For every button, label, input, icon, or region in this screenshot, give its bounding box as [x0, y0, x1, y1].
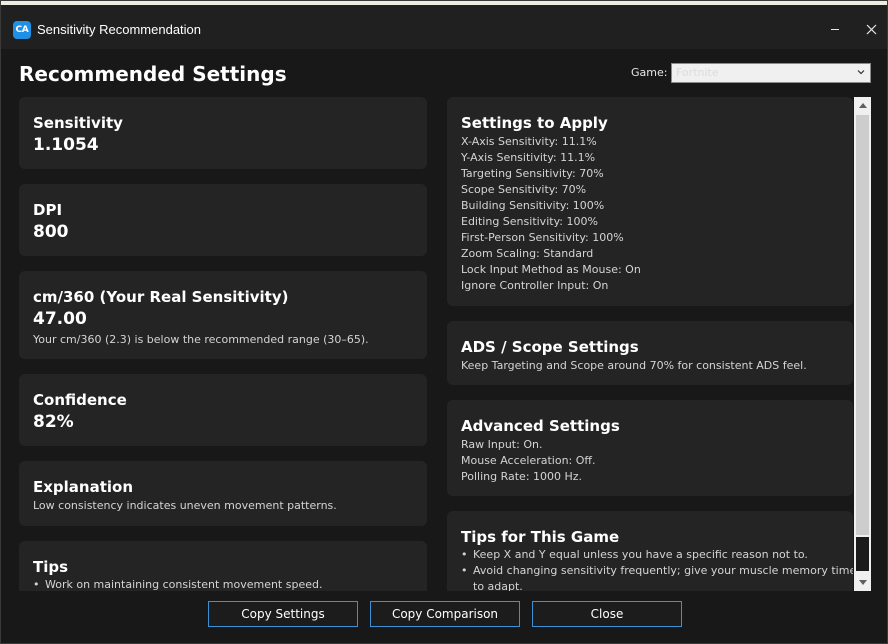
list-item: Mouse Acceleration: Off.: [461, 454, 596, 467]
list-item: Building Sensitivity: 100%: [461, 199, 605, 212]
cm360-note: Your cm/360 (2.3) is below the recommend…: [33, 333, 369, 346]
card-title: Tips: [33, 558, 69, 576]
list-item: X-Axis Sensitivity: 11.1%: [461, 135, 597, 148]
caret-up-icon: [858, 103, 867, 108]
list-item: • Work on maintaining consistent movement…: [33, 578, 323, 591]
list-item: Editing Sensitivity: 100%: [461, 215, 598, 228]
confidence-card: Confidence 82%: [19, 374, 427, 446]
chevron-down-icon: [857, 70, 865, 75]
copy-comparison-button[interactable]: Copy Comparison: [370, 601, 520, 627]
card-title: Advanced Settings: [461, 417, 620, 435]
tips-card: Tips • Work on maintaining consistent mov…: [19, 541, 427, 591]
scrollbar-track-segment: [856, 537, 869, 571]
list-item: Scope Sensitivity: 70%: [461, 183, 587, 196]
explanation-text: Low consistency indicates uneven movemen…: [33, 499, 337, 512]
sensitivity-value: 1.1054: [33, 135, 99, 155]
scroll-up-button[interactable]: [854, 97, 871, 113]
list-item: Raw Input: On.: [461, 438, 543, 451]
close-icon: [866, 24, 876, 34]
dpi-card: DPI 800: [19, 184, 427, 256]
card-title: Explanation: [33, 478, 134, 496]
game-select[interactable]: Fortnite: [671, 63, 871, 83]
list-item: Targeting Sensitivity: 70%: [461, 167, 604, 180]
explanation-card: Explanation Low consistency indicates un…: [19, 461, 427, 526]
scroll-down-button[interactable]: [854, 575, 871, 591]
window-title: Sensitivity Recommendation: [37, 22, 202, 37]
list-item: Ignore Controller Input: On: [461, 279, 609, 292]
confidence-value: 82%: [33, 412, 74, 432]
close-window-button[interactable]: [855, 14, 887, 44]
dpi-value: 800: [33, 222, 69, 242]
close-button[interactable]: Close: [532, 601, 682, 627]
minimize-icon: [831, 29, 839, 30]
scrollbar-thumb[interactable]: [856, 115, 869, 535]
list-item: Lock Input Method as Mouse: On: [461, 263, 641, 276]
list-item: First-Person Sensitivity: 100%: [461, 231, 624, 244]
copy-settings-button[interactable]: Copy Settings: [208, 601, 358, 627]
cm360-value: 47.00: [33, 309, 87, 329]
game-tips-card: Tips for This Game • Keep X and Y equal u…: [447, 511, 853, 591]
settings-panel[interactable]: Settings to Apply X-Axis Sensitivity: 11…: [447, 97, 855, 591]
list-item: Polling Rate: 1000 Hz.: [461, 470, 583, 483]
title-bar[interactable]: CA Sensitivity Recommendation: [1, 5, 887, 49]
minimize-button[interactable]: [819, 14, 851, 44]
list-item: to adapt.: [473, 580, 523, 591]
page-title: Recommended Settings: [19, 62, 287, 86]
card-title: ADS / Scope Settings: [461, 338, 639, 356]
card-title: cm/360 (Your Real Sensitivity): [33, 288, 289, 306]
sensitivity-card: Sensitivity 1.1054: [19, 97, 427, 169]
ads-scope-card: ADS / Scope Settings Keep Targeting and …: [447, 321, 853, 385]
list-item: • Avoid changing sensitivity frequently; …: [461, 564, 853, 577]
app-logo-icon: CA: [13, 21, 31, 39]
game-label: Game:: [631, 66, 668, 79]
advanced-settings-card: Advanced Settings Raw Input: On. Mouse A…: [447, 400, 853, 496]
list-item: Zoom Scaling: Standard: [461, 247, 594, 260]
cm360-card: cm/360 (Your Real Sensitivity) 47.00 You…: [19, 271, 427, 359]
vertical-scrollbar[interactable]: [854, 97, 871, 591]
app-window: CA Sensitivity Recommendation Recommende…: [0, 0, 888, 644]
card-title: Tips for This Game: [461, 528, 620, 546]
list-item: Y-Axis Sensitivity: 11.1%: [461, 151, 596, 164]
caret-down-icon: [858, 580, 867, 585]
card-title: DPI: [33, 201, 63, 219]
card-title: Confidence: [33, 391, 127, 409]
settings-to-apply-card: Settings to Apply X-Axis Sensitivity: 11…: [447, 97, 853, 306]
list-item: • Keep X and Y equal unless you have a sp…: [461, 548, 808, 561]
card-title: Sensitivity: [33, 114, 123, 132]
game-select-value: Fortnite: [676, 66, 719, 79]
results-panel[interactable]: Sensitivity 1.1054 DPI 800 cm/360 (Your …: [19, 97, 429, 591]
card-title: Settings to Apply: [461, 114, 608, 132]
ads-text: Keep Targeting and Scope around 70% for …: [461, 359, 807, 372]
